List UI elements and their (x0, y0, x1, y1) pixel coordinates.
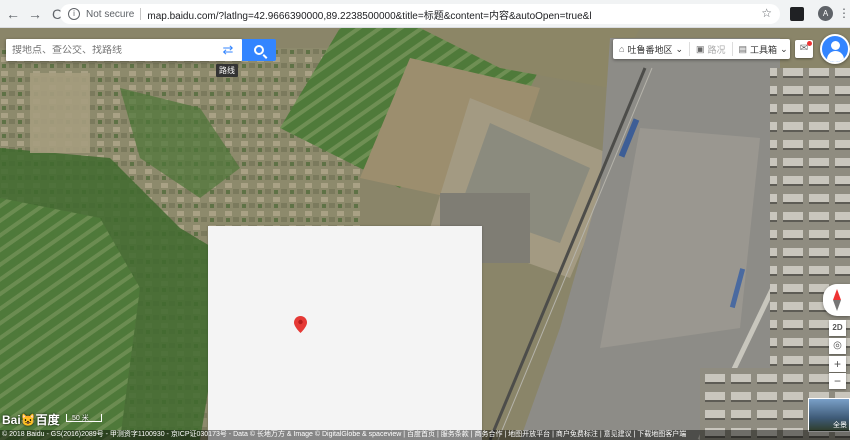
map-toolbar: ⌂ 吐鲁番地区 ⌄ ▣ 路况 ▤ 工具箱 ⌄ (613, 39, 790, 59)
address-bar[interactable]: i Not secure map.baidu.com/?latlng=42.96… (60, 4, 780, 24)
user-avatar[interactable] (820, 34, 850, 64)
divider (140, 8, 142, 20)
browser-toolbar: ← → C i Not secure map.baidu.com/?latlng… (0, 0, 850, 28)
toolbox-icon: ▤ (738, 43, 748, 54)
chevron-down-icon: ⌄ (675, 43, 683, 54)
search-button[interactable] (242, 39, 276, 61)
toolbox-button[interactable]: ▤ 工具箱 ⌄ (733, 42, 794, 56)
extension-icon[interactable] (790, 7, 804, 21)
info-icon[interactable]: i (68, 8, 80, 20)
road-conditions-label: 路况 (707, 44, 726, 55)
search-box[interactable]: ⇄ (6, 39, 242, 61)
info-panel (208, 226, 482, 440)
baidu-logo: Bai😺百度 (2, 413, 60, 427)
streetview-label: 全景 (833, 422, 847, 429)
compass-icon[interactable] (823, 284, 850, 316)
back-arrow-icon[interactable]: ← (4, 5, 22, 23)
copyright-bar: © 2018 Baidu - GS(2016)2089号 - 甲测资字11009… (0, 430, 850, 440)
forward-arrow-icon[interactable]: → (26, 5, 44, 23)
route-icon[interactable]: ⇄ (220, 42, 236, 58)
location-icon: ⌂ (619, 44, 625, 54)
toolbox-label: 工具箱 (750, 44, 778, 55)
zoom-in-button[interactable]: + (829, 356, 846, 372)
locate-icon[interactable]: ◎ (829, 338, 846, 354)
security-label: Not secure (86, 8, 135, 20)
scale-label: 50 米 (72, 415, 89, 422)
streetview-thumbnail[interactable]: 全景 (808, 398, 850, 432)
url-text[interactable]: map.baidu.com/?latlng=42.9666390000,89.2… (147, 7, 591, 22)
message-icon[interactable]: ✉ (795, 40, 813, 58)
browser-menu-icon[interactable]: ⋮ (838, 5, 850, 21)
search-icon (254, 45, 264, 55)
view-mode-button[interactable]: 2D (829, 320, 846, 336)
bookmark-star-icon[interactable]: ☆ (761, 6, 772, 20)
traffic-icon: ▣ (696, 43, 705, 54)
city-label: 吐鲁番地区 (627, 44, 673, 55)
road-conditions-button[interactable]: ▣ 路况 (690, 42, 733, 56)
city-selector[interactable]: ⌂ 吐鲁番地区 ⌄ (613, 42, 690, 56)
chevron-down-icon: ⌄ (780, 43, 788, 54)
search-input[interactable] (6, 44, 206, 56)
profile-avatar[interactable]: A (818, 6, 833, 21)
map-marker-icon[interactable] (294, 316, 307, 333)
zoom-out-button[interactable]: − (829, 373, 846, 389)
route-tooltip: 路线 (216, 64, 238, 77)
